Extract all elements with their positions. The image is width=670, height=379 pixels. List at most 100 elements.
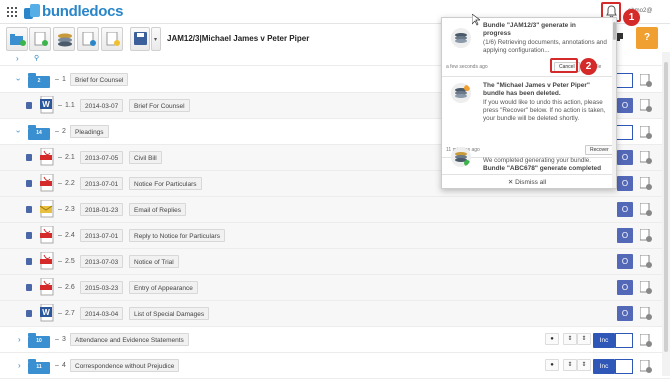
notification-body: If you would like to undo this action, p… <box>483 99 606 123</box>
doc-settings-icon[interactable] <box>640 126 652 139</box>
add-note-button[interactable] <box>101 27 123 51</box>
open-button[interactable]: O <box>617 228 633 243</box>
doc-date[interactable]: 2018-01-23 <box>80 203 124 216</box>
bundle-stack-icon <box>451 28 471 48</box>
doc-title[interactable]: Civil Bill <box>129 151 162 164</box>
section-title[interactable]: Brief for Counsel <box>70 73 129 86</box>
inc-button[interactable]: Inc <box>593 333 615 348</box>
doc-title[interactable]: Reply to Notice for Particulars <box>129 229 225 242</box>
help-button[interactable]: ? <box>636 27 658 49</box>
doc-settings-icon[interactable] <box>640 281 652 294</box>
doc-date[interactable]: 2014-03-04 <box>80 307 124 320</box>
sort-icon[interactable]: ⇕ <box>563 333 577 345</box>
inc-toggle[interactable] <box>615 73 633 88</box>
doc-settings-icon[interactable] <box>640 307 652 320</box>
open-button[interactable]: O <box>617 176 633 191</box>
callout-1: 1 <box>623 9 640 26</box>
stack-button[interactable] <box>53 27 75 51</box>
add-document-button[interactable] <box>29 27 51 51</box>
doc-settings-icon[interactable] <box>640 229 652 242</box>
section-row[interactable]: › 11 – 4 Correspondence without Prejudic… <box>0 353 670 379</box>
doc-settings-icon[interactable] <box>640 177 652 190</box>
doc-title[interactable]: List of Special Damages <box>129 307 210 320</box>
inc-toggle[interactable] <box>615 359 633 374</box>
comment-icon[interactable]: ● <box>545 333 559 345</box>
document-row[interactable]: – 2.3 2018-01-23 Email of Replies O <box>0 197 670 223</box>
add-folder-blue-button[interactable] <box>77 27 99 51</box>
notification-scrollbar[interactable] <box>612 18 616 188</box>
doc-settings-icon[interactable] <box>640 203 652 216</box>
open-button[interactable]: O <box>617 150 633 165</box>
book-icon <box>26 180 32 187</box>
svg-text:W: W <box>42 100 50 109</box>
doc-title[interactable]: Entry of Appearance <box>129 281 198 294</box>
word-doc-icon: W <box>40 304 54 322</box>
doc-settings-icon[interactable] <box>640 151 652 164</box>
book-icon <box>26 206 32 213</box>
doc-date[interactable]: 2015-03-23 <box>80 281 124 294</box>
doc-settings-icon[interactable] <box>640 99 652 112</box>
document-row[interactable]: – 2.6 2015-03-23 Entry of Appearance O <box>0 275 670 301</box>
add-section-button[interactable] <box>6 27 28 51</box>
inc-button[interactable]: Inc <box>593 359 615 374</box>
svg-text:W: W <box>42 308 50 317</box>
doc-number: 2.4 <box>65 232 75 239</box>
sort-icon[interactable]: ⇕ <box>577 333 591 345</box>
book-icon <box>26 284 32 291</box>
document-row[interactable]: W – 2.7 2014-03-04 List of Special Damag… <box>0 301 670 327</box>
email-doc-icon <box>40 200 54 218</box>
doc-settings-icon[interactable] <box>640 255 652 268</box>
dismiss-all-button[interactable]: ✕ Dismiss all <box>442 174 612 188</box>
open-button[interactable]: O <box>617 306 633 321</box>
chevron-expanded-icon[interactable]: › <box>14 130 23 133</box>
section-dash: – <box>55 76 59 83</box>
doc-date[interactable]: 2013-07-05 <box>80 151 124 164</box>
open-button[interactable]: O <box>617 98 633 113</box>
doc-number: 1.1 <box>65 102 75 109</box>
callout-2: 2 <box>580 58 597 75</box>
search-icon[interactable]: ⚲ <box>34 54 39 62</box>
page-scrollbar[interactable] <box>662 52 670 376</box>
doc-date[interactable]: 2013-07-01 <box>80 229 124 242</box>
app-logo-text[interactable]: bundledocs <box>42 3 123 20</box>
apps-grid-icon[interactable] <box>7 7 17 17</box>
doc-title[interactable]: Notice For Particulars <box>129 177 202 190</box>
doc-settings-icon[interactable] <box>640 334 652 347</box>
sort-icon[interactable]: ⇕ <box>577 359 591 371</box>
doc-title[interactable]: Email of Replies <box>129 203 186 216</box>
folder-plus-icon <box>82 32 96 46</box>
case-title: JAM12/3|Michael James v Peter Piper <box>167 34 310 43</box>
chevron-expanded-icon[interactable]: › <box>14 78 23 81</box>
doc-settings-icon[interactable] <box>640 74 652 87</box>
section-title[interactable]: Correspondence without Prejudice <box>70 359 180 372</box>
notification-body: (1/6) Retrieving documents, annotations … <box>483 39 607 55</box>
section-number: 1 <box>62 76 66 83</box>
open-button[interactable]: O <box>617 280 633 295</box>
section-row[interactable]: › 10 – 3 Attendance and Evidence Stateme… <box>0 327 670 353</box>
bundle-deleted-icon <box>451 83 471 103</box>
doc-date[interactable]: 2013-07-03 <box>80 255 124 268</box>
save-button[interactable] <box>130 27 150 51</box>
inc-toggle[interactable] <box>615 333 633 348</box>
open-button[interactable]: O <box>617 254 633 269</box>
doc-number: 2.5 <box>65 258 75 265</box>
chevron-down-icon: ▾ <box>154 37 158 43</box>
open-button[interactable]: O <box>617 202 633 217</box>
chevron-collapsed-icon[interactable]: › <box>18 335 21 344</box>
sort-icon[interactable]: ⇕ <box>563 359 577 371</box>
doc-title[interactable]: Notice of Trial <box>129 255 179 268</box>
expand-all-chevron-icon[interactable]: › <box>16 54 19 63</box>
section-title[interactable]: Attendance and Evidence Statements <box>70 333 189 346</box>
section-title[interactable]: Pleadings <box>70 125 109 138</box>
inc-toggle[interactable] <box>615 125 633 140</box>
save-dropdown[interactable]: ▾ <box>151 27 161 51</box>
doc-title[interactable]: Brief For Counsel <box>129 99 190 112</box>
doc-date[interactable]: 2013-07-01 <box>80 177 124 190</box>
document-row[interactable]: – 2.5 2013-07-03 Notice of Trial O <box>0 249 670 275</box>
document-row[interactable]: – 2.4 2013-07-01 Reply to Notice for Par… <box>0 223 670 249</box>
book-icon <box>26 102 32 109</box>
doc-settings-icon[interactable] <box>640 360 652 373</box>
chevron-collapsed-icon[interactable]: › <box>18 361 21 370</box>
doc-date[interactable]: 2014-03-07 <box>80 99 124 112</box>
comment-icon[interactable]: ● <box>545 359 559 371</box>
